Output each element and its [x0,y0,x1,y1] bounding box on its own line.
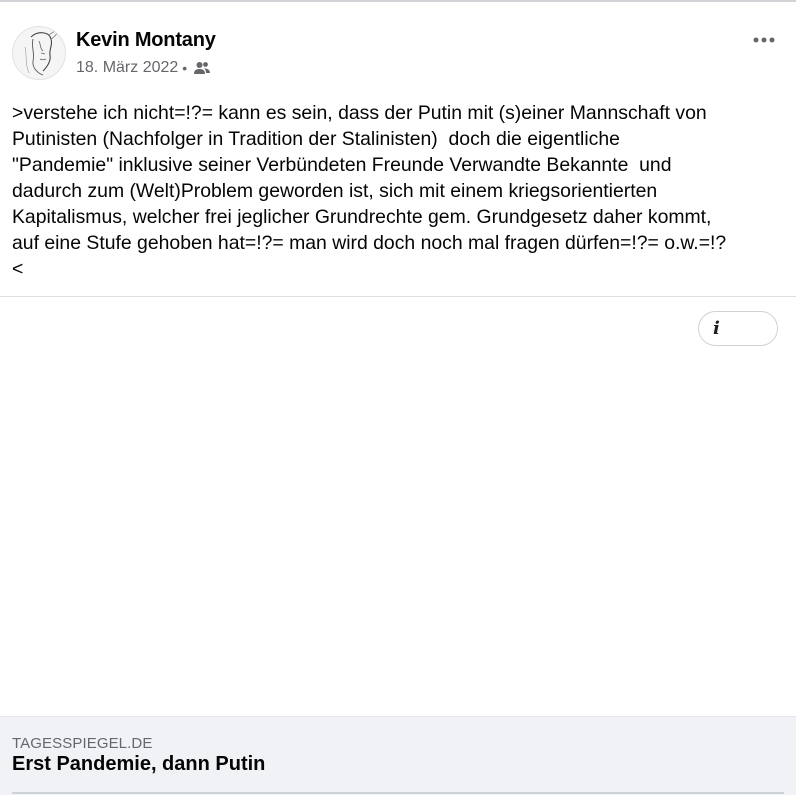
avatar-sketch-icon [24,28,61,76]
link-preview-card[interactable]: TAGESSPIEGEL.DE Erst Pandemie, dann Puti… [0,716,796,795]
more-options-icon [753,37,775,43]
post-date[interactable]: 18. März 2022 [76,59,178,77]
info-button[interactable]: i [698,311,778,346]
bottom-divider [12,792,784,794]
author-avatar[interactable] [12,26,66,80]
top-divider [0,0,796,2]
content-divider [0,296,796,297]
info-icon: i [713,318,720,339]
more-options-button[interactable] [744,26,784,54]
link-title[interactable]: Erst Pandemie, dann Putin [12,753,265,776]
post-header: Kevin Montany 18. März 2022 • [12,26,784,86]
author-name[interactable]: Kevin Montany [76,29,216,52]
link-domain: TAGESSPIEGEL.DE [12,735,153,752]
post-meta: 18. März 2022 • [76,58,211,78]
friends-icon[interactable] [193,60,211,76]
meta-separator: • [182,60,188,76]
post-text: >verstehe ich nicht=!?= kann es sein, da… [12,102,727,280]
